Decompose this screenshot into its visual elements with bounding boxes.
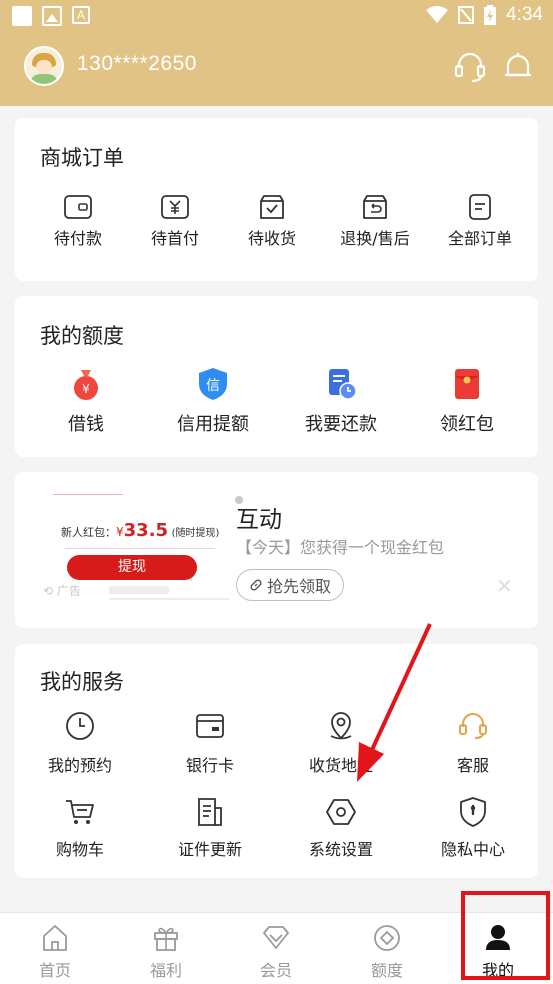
tab-quota[interactable]: 额度 xyxy=(332,913,442,984)
tab-welfare[interactable]: 福利 xyxy=(111,913,221,984)
quota-circle-icon xyxy=(374,925,400,951)
annotation-arrow xyxy=(357,623,432,782)
tab-member[interactable]: 会员 xyxy=(221,913,331,984)
diamond-icon xyxy=(263,926,289,949)
home-icon xyxy=(43,925,67,951)
tab-home[interactable]: 首页 xyxy=(0,913,110,984)
gift-icon xyxy=(154,927,178,951)
annotation-highlight-box xyxy=(461,891,550,980)
